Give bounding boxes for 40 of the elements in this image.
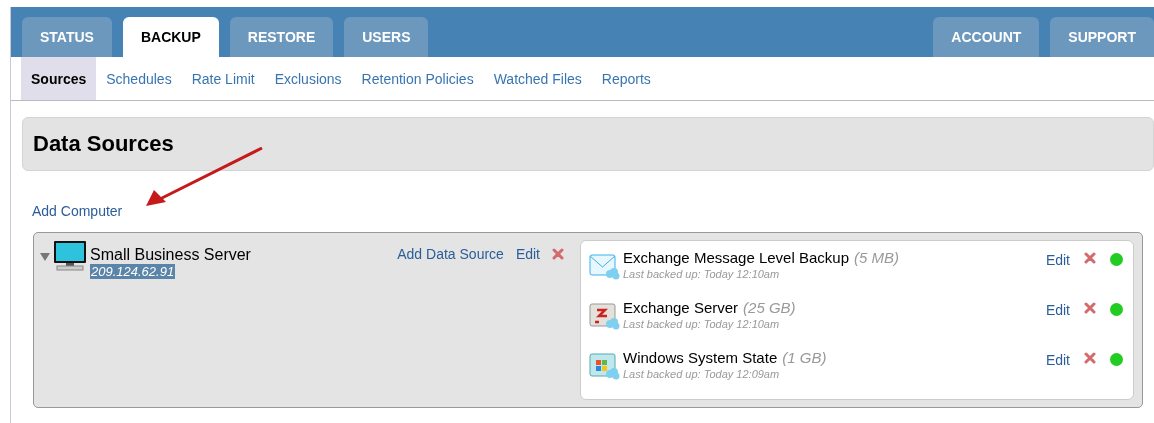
last-backup-text: Last backed up: Today 12:10am: [623, 318, 781, 330]
sub-tab[interactable]: Schedules: [96, 57, 182, 100]
source-name: Windows System State: [623, 349, 778, 366]
windows-state-icon: [589, 351, 620, 381]
source-size: (5 MB): [854, 249, 899, 266]
last-backup-text: Last backed up: Today 12:10am: [623, 268, 781, 280]
source-size: (25 GB): [743, 299, 796, 316]
edit-link[interactable]: Edit: [1045, 352, 1070, 368]
exchange-server-icon: [589, 301, 620, 331]
sub-tab[interactable]: Sources: [21, 57, 97, 100]
caret-icon[interactable]: [40, 252, 50, 262]
sub-tab[interactable]: Exclusions: [264, 57, 352, 100]
section-title: Data Sources: [33, 131, 174, 157]
monitor-icon: [53, 240, 87, 272]
add-computer-link[interactable]: Add Computer: [32, 203, 123, 219]
sub-tab[interactable]: Watched Files: [483, 57, 592, 100]
sub-tab[interactable]: Reports: [591, 57, 661, 100]
source-name: Exchange Server: [623, 299, 739, 316]
nav-tab[interactable]: BACKUP: [122, 17, 219, 57]
delete-icon[interactable]: [1084, 252, 1096, 264]
source-name: Exchange Message Level Backup: [623, 249, 849, 266]
last-backup-text: Last backed up: Today 12:09am: [623, 368, 781, 380]
ip-address: 209.124.62.91: [90, 264, 176, 279]
delete-icon[interactable]: [1084, 302, 1096, 314]
sub-tab[interactable]: Retention Policies: [351, 57, 484, 100]
nav-tab[interactable]: STATUS: [22, 17, 112, 57]
delete-icon[interactable]: [1084, 352, 1096, 364]
delete-icon[interactable]: [552, 248, 564, 260]
edit-link[interactable]: Edit: [1045, 302, 1070, 318]
nav-tab[interactable]: USERS: [344, 17, 429, 57]
envelope-icon: [589, 251, 620, 281]
edit-link[interactable]: Edit: [1045, 252, 1070, 268]
sub-tab[interactable]: Rate Limit: [181, 57, 265, 100]
source-size: (1 GB): [782, 349, 827, 366]
computer-name: Small Business Server: [90, 246, 251, 264]
nav-tab[interactable]: ACCOUNT: [933, 17, 1040, 57]
add-data-source-link[interactable]: Add Data Source: [397, 246, 504, 262]
nav-tab[interactable]: RESTORE: [229, 17, 334, 57]
edit-link[interactable]: Edit: [515, 246, 540, 262]
nav-tab[interactable]: SUPPORT: [1050, 17, 1154, 57]
